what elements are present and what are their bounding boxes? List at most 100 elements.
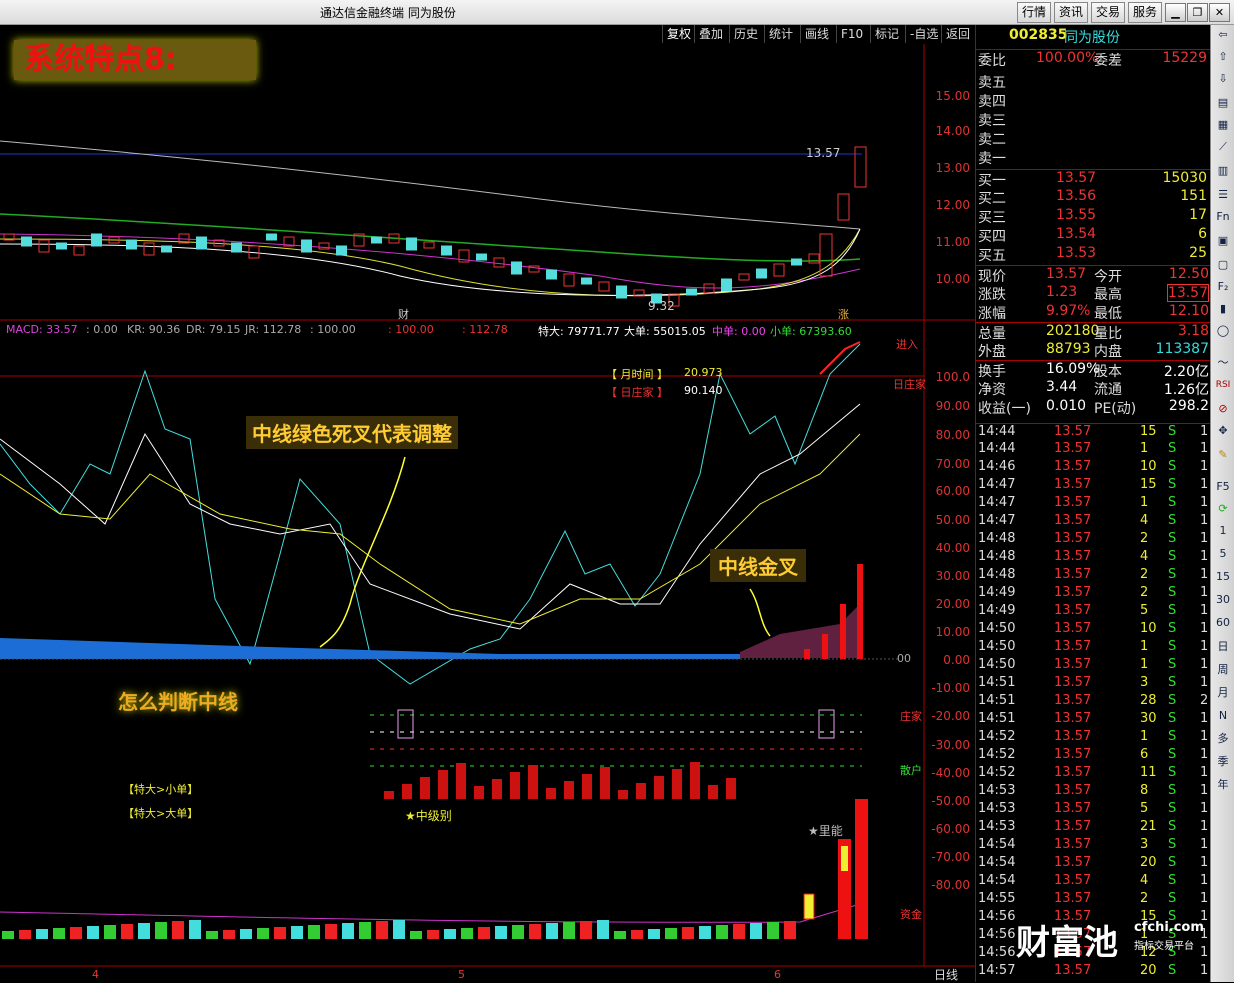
fund-bar [53, 928, 65, 939]
candle [546, 269, 557, 280]
period-label[interactable]: 日线 [934, 966, 958, 983]
low-price-label: 9.32 [648, 299, 675, 313]
close-icon[interactable]: ✕ [1209, 3, 1230, 22]
fund-bar [172, 921, 184, 939]
menu-draw[interactable]: 画线 [800, 25, 833, 43]
period-minute-button[interactable]: 60 [1213, 613, 1233, 633]
stat-label: 内盘 [1094, 344, 1122, 360]
arrow-down-icon[interactable]: ⇩ [1213, 69, 1233, 89]
tick-count: 1 [1200, 459, 1209, 474]
menu-back[interactable]: 返回 [941, 25, 974, 43]
period-button[interactable]: 周 [1213, 660, 1233, 680]
marker-zhang: 涨 [838, 308, 849, 321]
menu-overlay[interactable]: 叠加 [694, 25, 727, 43]
tick-count: 1 [1200, 801, 1209, 816]
fund-bar [427, 930, 439, 939]
tick-time: 14:56 [978, 909, 1016, 924]
tick-row: 14:52 13.57 11 S 1 [976, 765, 1211, 783]
news-button[interactable]: 资讯 [1054, 2, 1089, 23]
circle-icon[interactable]: ◯ [1213, 321, 1233, 341]
tick-time: 14:50 [978, 639, 1016, 654]
fund-bar [189, 920, 201, 939]
candle [231, 242, 242, 253]
stat-row: 现价 13.57 今开 12.50 [976, 265, 1211, 285]
period-minute-button[interactable]: 1 [1213, 521, 1233, 541]
calc-icon[interactable]: ▢ [1213, 255, 1233, 275]
tick-price: 13.57 [1054, 621, 1092, 636]
menu-watchlist[interactable]: -自选 [905, 25, 942, 43]
candle [773, 263, 785, 277]
restore-icon[interactable]: ❐ [1187, 3, 1208, 22]
bar-chart-icon[interactable]: ▮ [1213, 299, 1233, 319]
quotes-button[interactable]: 行情 [1017, 2, 1052, 23]
buy-volume: 15030 [1162, 170, 1207, 186]
tick-volume: 10 [1140, 459, 1157, 474]
menu-f10[interactable]: F10 [836, 25, 867, 43]
zoom-icon[interactable]: ⊘ [1213, 399, 1233, 419]
tick-volume: 3 [1140, 675, 1149, 690]
tick-side: S [1168, 729, 1177, 744]
tick-volume: 8 [1140, 783, 1149, 798]
arrow-left-icon[interactable]: ⇦ [1213, 25, 1233, 45]
wave-icon[interactable]: 〜 [1213, 353, 1233, 373]
tick-time: 14:56 [978, 945, 1016, 960]
buy-row: 买四 13.54 6 [976, 226, 1211, 245]
move-icon[interactable]: ✥ [1213, 421, 1233, 441]
tick-volume: 1 [1140, 639, 1149, 654]
fund-bar [138, 923, 150, 939]
list-icon[interactable]: ☰ [1213, 185, 1233, 205]
fund-bar [359, 922, 371, 939]
period-button[interactable]: 多 [1213, 729, 1233, 749]
period-minute-button[interactable]: 5 [1213, 544, 1233, 564]
fund-bar [512, 925, 524, 939]
period-button[interactable]: 月 [1213, 683, 1233, 703]
menu-history[interactable]: 历史 [729, 25, 762, 43]
tick-row: 14:53 13.57 21 S 1 [976, 819, 1211, 837]
minimize-icon[interactable]: ▁ [1165, 3, 1186, 22]
tick-price: 13.57 [1054, 567, 1092, 582]
period-button[interactable]: 年 [1213, 775, 1233, 795]
fund-bar [155, 922, 167, 939]
menu-mark[interactable]: 标记 [870, 25, 903, 43]
tick-row: 14:54 13.57 4 S 1 [976, 873, 1211, 891]
service-button[interactable]: 服务 [1128, 2, 1163, 23]
tick-volume: 1 [1140, 729, 1149, 744]
doc-icon[interactable]: ▣ [1213, 231, 1233, 251]
chart-icon[interactable]: ▤ [1213, 93, 1233, 113]
candle [598, 281, 610, 292]
trade-button[interactable]: 交易 [1091, 2, 1126, 23]
pen-icon[interactable]: ✎ [1213, 445, 1233, 465]
period-button[interactable]: 季 [1213, 752, 1233, 772]
menu-fuquan[interactable]: 复权 [662, 25, 695, 43]
tick-count: 1 [1200, 711, 1209, 726]
arrow-up-icon[interactable]: ⇧ [1213, 47, 1233, 67]
line-chart-icon[interactable]: ⟋ [1213, 137, 1233, 157]
tick-count: 1 [1200, 531, 1209, 546]
side-zijin: 资金 [900, 908, 922, 921]
refresh-icon[interactable]: ⟳ [1213, 499, 1233, 519]
fn-icon[interactable]: Fn [1213, 207, 1233, 227]
period-minute-button[interactable]: 30 [1213, 590, 1233, 610]
grid-icon[interactable]: ▦ [1213, 115, 1233, 135]
menu-statistics[interactable]: 统计 [764, 25, 797, 43]
candle [686, 288, 697, 296]
high-price-label: 13.57 [806, 146, 841, 160]
period-button[interactable]: 日 [1213, 637, 1233, 657]
period-minute-button[interactable]: 15 [1213, 567, 1233, 587]
candle [493, 257, 505, 268]
tick-price: 13.57 [1054, 424, 1092, 439]
fund-bar [70, 927, 82, 939]
bars-icon[interactable]: ▥ [1213, 161, 1233, 181]
fund-bar [597, 920, 609, 939]
chart-area[interactable]: 15.00 14.00 13.00 12.00 11.00 10.00 13.5… [0, 40, 975, 983]
candle [616, 285, 627, 299]
flow-bar [690, 762, 700, 799]
buy-volume: 25 [1189, 245, 1207, 261]
f5-icon[interactable]: F5 [1213, 477, 1233, 497]
f12-icon[interactable]: F₂ [1213, 277, 1233, 297]
buy-price: 13.56 [1056, 188, 1097, 204]
candle [738, 273, 750, 281]
tick-side: S [1168, 639, 1177, 654]
rsi-icon[interactable]: RSI [1213, 375, 1233, 395]
period-button[interactable]: N [1213, 706, 1233, 726]
